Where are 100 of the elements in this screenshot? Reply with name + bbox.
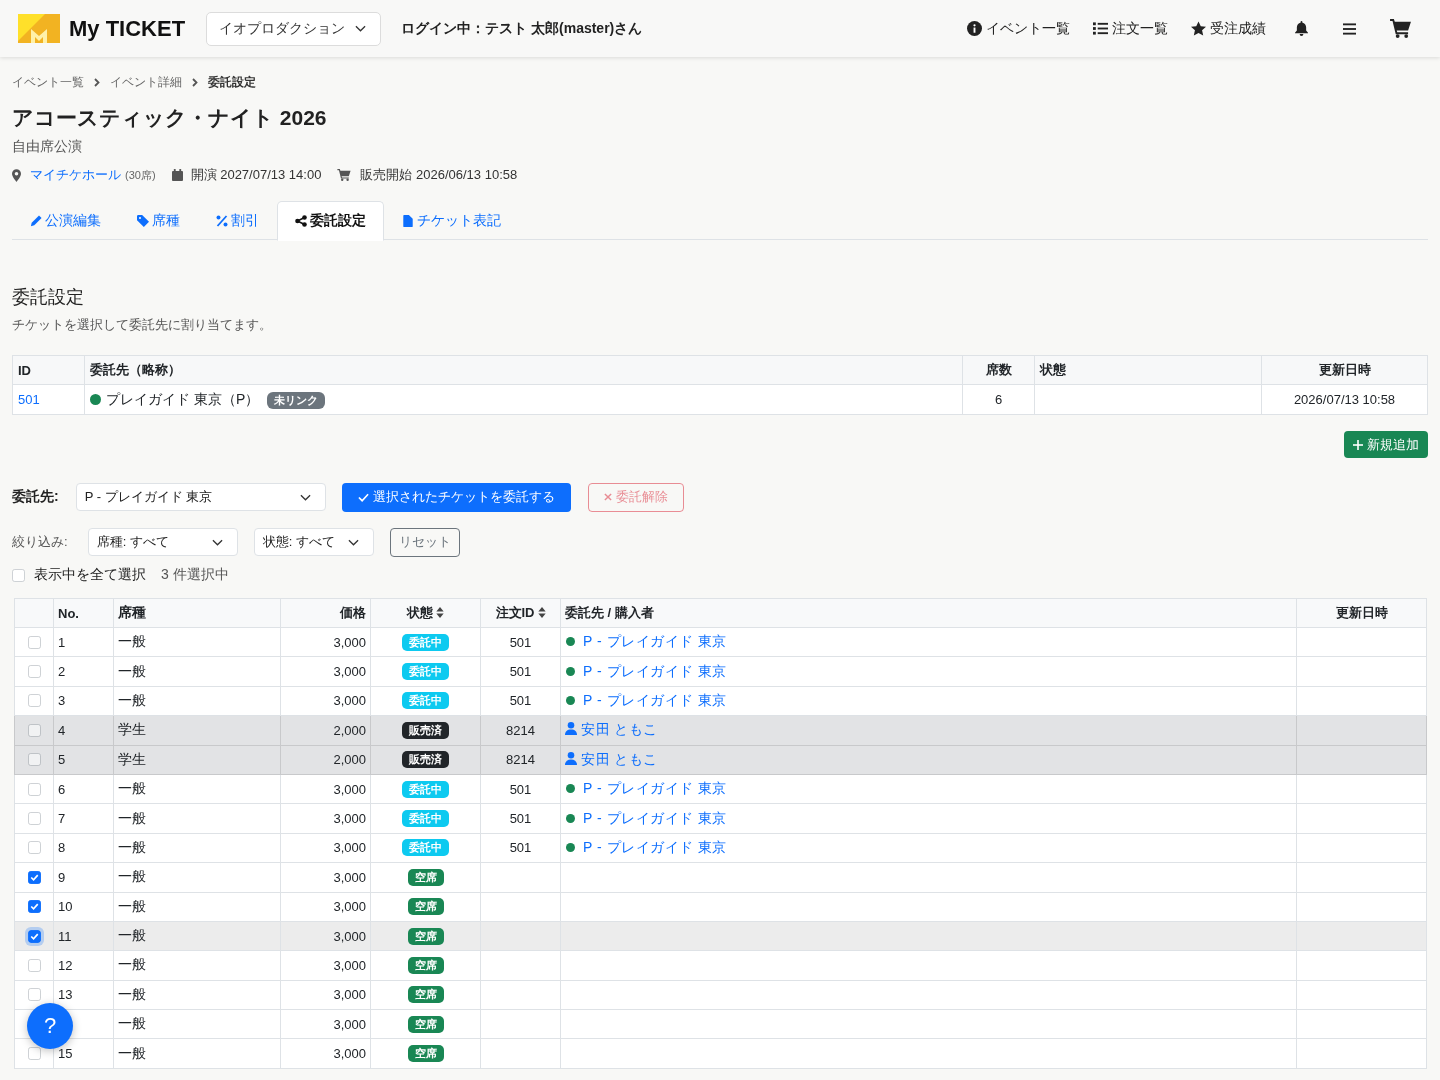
venue-link[interactable]: マイチケホール <box>30 165 121 185</box>
tab[interactable]: チケット表記 <box>384 201 519 240</box>
section-description: チケットを選択して委託先に割り当てます。 <box>12 316 273 334</box>
table-cell: 4 <box>58 722 66 738</box>
reset-button[interactable]: リセット <box>389 527 460 557</box>
table-cell: 3,000 <box>333 987 366 1003</box>
select-all-label[interactable]: 表示中を全て選択 <box>34 566 146 584</box>
status-badge: 空席 <box>407 1015 444 1033</box>
agency-link[interactable]: P - プレイガイド 東京 <box>583 691 727 708</box>
checkbox[interactable] <box>27 988 41 1002</box>
status-badge: 空席 <box>407 986 444 1004</box>
checkbox[interactable] <box>27 870 41 884</box>
checkbox[interactable] <box>27 929 41 943</box>
checkbox[interactable] <box>12 568 25 582</box>
status-badge: 販売済 <box>402 751 449 769</box>
add-button[interactable]: 新規追加 <box>1344 431 1428 458</box>
menu-icon[interactable] <box>1343 22 1356 35</box>
table-cell: 3,000 <box>333 693 366 709</box>
table-cell: 一般 <box>113 862 281 892</box>
table-cell: 一般 <box>113 686 281 716</box>
status-badge: 委託中 <box>402 692 449 710</box>
bell-icon[interactable] <box>1295 21 1308 36</box>
status-badge: 未リンク <box>267 391 326 409</box>
column-header: ID <box>12 355 85 385</box>
checkbox[interactable] <box>27 959 41 972</box>
agency-link[interactable]: P - プレイガイド 東京 <box>583 633 727 650</box>
table-cell: 7 <box>58 811 66 827</box>
table-cell: 3,000 <box>333 840 366 856</box>
table-cell: 11 <box>58 928 72 944</box>
checkbox[interactable] <box>27 841 41 855</box>
status-badge: 販売済 <box>402 721 449 739</box>
assign-label: 委託先: <box>12 488 59 506</box>
breadcrumb-item[interactable]: イベント詳細 <box>110 73 182 91</box>
map-pin-icon <box>12 168 21 182</box>
table-cell: 3,000 <box>333 811 366 827</box>
checkbox[interactable] <box>27 1047 41 1061</box>
section-title: 委託設定 <box>12 286 85 309</box>
column-header: 委託先 / 購入者 <box>560 598 1297 628</box>
chevron-right-icon <box>94 77 100 87</box>
capacity-text: (30席) <box>125 168 156 183</box>
nav-link[interactable]: イベント一覧 <box>967 19 1070 38</box>
selection-count: 3 件選択中 <box>161 566 229 584</box>
table-cell: 学生 <box>113 745 281 775</box>
agency-select[interactable]: P - プレイガイド 東京 <box>75 483 326 511</box>
nav-link[interactable]: 注文一覧 <box>1093 19 1168 38</box>
nav-link[interactable]: 受注成績 <box>1191 19 1266 38</box>
tag-icon <box>137 214 149 227</box>
checkbox[interactable] <box>27 694 41 708</box>
sale-start-time: 販売開始 2026/06/13 10:58 <box>360 166 518 184</box>
file-icon <box>402 214 414 227</box>
agency-link[interactable]: P - プレイガイド 東京 <box>583 780 727 797</box>
chevron-down-icon <box>347 538 359 546</box>
checkbox[interactable] <box>27 665 41 679</box>
cart-icon[interactable] <box>1390 19 1411 38</box>
logo-icon[interactable] <box>18 14 60 43</box>
status-badge: 空席 <box>407 927 444 945</box>
sort-icon[interactable] <box>436 607 444 618</box>
table-cell: 一般 <box>113 921 281 951</box>
agency-link[interactable]: P - プレイガイド 東京 <box>583 809 727 826</box>
assign-button[interactable]: 選択されたチケットを委託する <box>341 482 571 512</box>
table-cell: 6 <box>58 781 66 797</box>
tab[interactable]: 公演編集 <box>12 201 119 240</box>
table-cell: 一般 <box>113 627 281 657</box>
agency-id-link[interactable]: 501 <box>18 392 40 407</box>
brand-name: My TICKET <box>69 15 186 42</box>
filter-select[interactable]: 席種: すべて <box>87 528 238 556</box>
checkbox[interactable] <box>27 812 41 826</box>
chevron-down-icon <box>211 538 223 546</box>
table-cell: 一般 <box>113 833 281 863</box>
checkbox[interactable] <box>27 900 41 914</box>
plus-icon <box>1353 439 1363 450</box>
table-cell: 2 <box>58 664 66 680</box>
table-cell: 501 <box>509 840 532 856</box>
company-select[interactable]: イオプロダクション <box>206 11 382 46</box>
chevron-down-icon <box>355 25 367 32</box>
tab[interactable]: 委託設定 <box>277 201 384 241</box>
tab[interactable]: 席種 <box>119 201 198 240</box>
agency-link[interactable]: P - プレイガイド 東京 <box>583 662 727 679</box>
column-header: No. <box>53 598 114 628</box>
table-cell: 13 <box>58 987 73 1003</box>
tab[interactable]: 割引 <box>198 201 277 240</box>
column-header: 委託先（略称） <box>84 355 963 385</box>
login-text: ログイン中：テスト 太郎(master)さん <box>401 19 643 38</box>
filter-select[interactable]: 状態: すべて <box>253 528 374 556</box>
sort-icon[interactable] <box>537 607 546 618</box>
agency-link[interactable]: P - プレイガイド 東京 <box>583 838 727 855</box>
table-cell: 8 <box>58 840 66 856</box>
calendar-icon <box>171 169 183 181</box>
checkbox[interactable] <box>27 635 41 649</box>
table-cell: 2,000 <box>333 752 366 768</box>
table-cell: 5 <box>58 752 66 768</box>
table-cell: 一般 <box>113 892 281 922</box>
table-cell: 9 <box>58 869 66 885</box>
table-cell: 2026/07/13 10:58 <box>1261 384 1428 415</box>
table-cell: 15 <box>58 1046 73 1062</box>
table-cell: 3,000 <box>333 634 366 650</box>
star-icon <box>1191 21 1206 36</box>
breadcrumb-item[interactable]: イベント一覧 <box>12 73 84 91</box>
checkbox[interactable] <box>27 782 41 796</box>
table-cell: 3,000 <box>333 958 366 973</box>
